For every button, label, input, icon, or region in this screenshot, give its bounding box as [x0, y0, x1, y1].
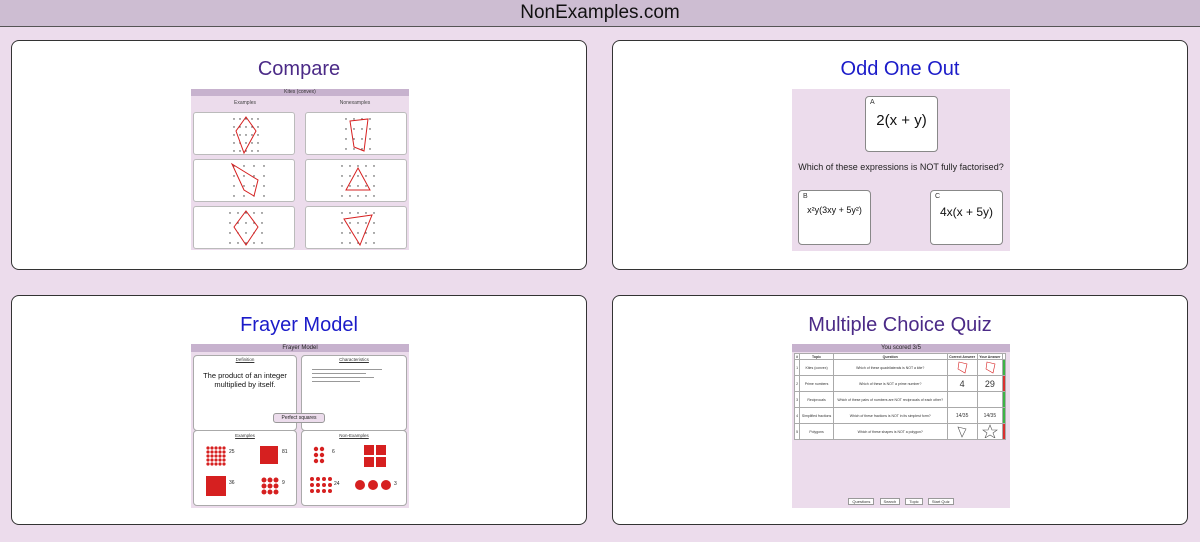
row-question: Which of these fractions is NOT in its s…	[832, 407, 948, 424]
frayer-nonexamples-label: Non-Examples	[339, 433, 369, 438]
correct-indicator	[1002, 407, 1006, 424]
quiz-score-banner: You scored 3/5	[792, 344, 1010, 352]
row-your-answer	[976, 391, 1004, 408]
compare-preview-header: Kites (convex)	[191, 89, 409, 96]
row-your-answer	[976, 359, 1004, 376]
odd-one-out-question: Which of these expressions is NOT fully …	[798, 162, 1004, 172]
option-a-letter: A	[870, 99, 875, 106]
option-c-letter: C	[935, 193, 941, 200]
frayer-preview-image: Frayer Model Definition The product of a…	[191, 344, 409, 508]
questions-select: Questions	[848, 498, 875, 505]
site-header: NonExamples.com	[0, 0, 1200, 27]
example-number-2: 81	[282, 449, 288, 455]
frayer-characteristics-label: Characteristics	[339, 357, 369, 362]
row-topic: Simplified fractions	[799, 407, 834, 424]
nonexample-shape-2	[305, 159, 407, 202]
frayer-model-card[interactable]: Frayer Model Frayer Model Definition The…	[11, 295, 587, 525]
row-correct-answer	[946, 423, 978, 440]
compare-nonexamples-label: Nonexamples	[339, 100, 371, 106]
nonexample-shape-1	[305, 112, 407, 155]
compare-card[interactable]: Compare Kites (convex) Examples Nonexamp…	[11, 40, 587, 270]
frayer-center-term: Perfect squares	[273, 413, 325, 423]
row-question: Which of these pairs of numbers are NOT …	[832, 391, 948, 408]
row-topic: Kites (convex)	[799, 359, 834, 376]
option-c-card: C 4x(x + 5y)	[930, 190, 1003, 245]
row-your-answer	[976, 423, 1004, 440]
odd-one-out-title[interactable]: Odd One Out	[613, 58, 1187, 81]
quiz-results-table: # Topic Question Correct Answer Your Ans…	[793, 353, 1006, 440]
table-row: 5 Polygons Which of these shapes is NOT …	[793, 423, 1006, 440]
correct-indicator	[1002, 359, 1006, 376]
frayer-definition-text: The product of an integer multiplied by …	[203, 371, 287, 389]
quiz-preview-image: You scored 3/5 # Topic Question Correct …	[792, 344, 1010, 508]
frayer-nonexamples-panel: Non-Examples 6 24 3	[301, 430, 407, 506]
nonexample-number-1: 6	[332, 449, 335, 455]
start-quiz-button: Start Quiz	[927, 498, 954, 505]
frayer-examples-panel: Examples 25 81 36 9	[193, 430, 297, 506]
nonexample-dot-arrays	[310, 445, 391, 493]
incorrect-indicator	[1002, 375, 1006, 392]
row-correct-answer	[946, 391, 978, 408]
frayer-preview-header: Frayer Model	[191, 344, 409, 352]
nonexample-number-3: 3	[394, 481, 397, 487]
quiz-controls: Questions Search Topic Start Quiz	[792, 498, 1010, 505]
example-kite-1	[193, 112, 295, 155]
nonexample-shape-3	[305, 206, 407, 249]
option-b-letter: B	[803, 193, 808, 200]
example-number-1: 25	[229, 449, 235, 455]
row-your-answer: 29	[976, 375, 1004, 392]
row-topic: Polygons	[799, 423, 834, 440]
correct-indicator	[1002, 391, 1006, 408]
option-a-expression: 2(x + y)	[876, 112, 927, 129]
row-correct-answer: 14/35	[946, 407, 978, 424]
example-number-4: 9	[282, 480, 285, 486]
option-a-card: A 2(x + y)	[865, 96, 938, 152]
example-number-3: 36	[229, 480, 235, 486]
multiple-choice-quiz-card[interactable]: Multiple Choice Quiz You scored 3/5 # To…	[612, 295, 1188, 525]
row-correct-answer: 4	[946, 375, 978, 392]
table-row: 3 Reciprocals Which of these pairs of nu…	[793, 391, 1006, 408]
compare-preview-image: Kites (convex) Examples Nonexamples	[191, 89, 409, 250]
option-c-expression: 4x(x + 5y)	[939, 205, 993, 219]
option-b-expression: x²y(3xy + 5y²)	[807, 205, 862, 215]
row-question: Which of these shapes is NOT a polygon?	[832, 423, 948, 440]
option-b-card: B x²y(3xy + 5y²)	[798, 190, 871, 245]
row-question: Which of these is NOT a prime number?	[832, 375, 948, 392]
frayer-examples-label: Examples	[235, 433, 255, 438]
table-row: 2 Prime numbers Which of these is NOT a …	[793, 375, 1006, 392]
site-title[interactable]: NonExamples.com	[520, 2, 679, 23]
frayer-definition-label: Definition	[235, 357, 255, 362]
nonexample-number-2: 24	[334, 481, 340, 487]
compare-title[interactable]: Compare	[12, 58, 586, 81]
incorrect-indicator	[1002, 423, 1006, 440]
example-kite-2	[193, 159, 295, 202]
table-row: 1 Kites (convex) Which of these quadrila…	[793, 359, 1006, 376]
multiple-choice-quiz-title[interactable]: Multiple Choice Quiz	[613, 314, 1187, 337]
odd-one-out-preview-image: A 2(x + y) Which of these expressions is…	[792, 89, 1010, 251]
row-topic: Prime numbers	[799, 375, 834, 392]
example-kite-3	[193, 206, 295, 249]
row-question: Which of these quadrilaterals is NOT a k…	[832, 359, 948, 376]
odd-one-out-card[interactable]: Odd One Out A 2(x + y) Which of these ex…	[612, 40, 1188, 270]
row-topic: Reciprocals	[799, 391, 834, 408]
search-field: Search	[879, 498, 901, 505]
topic-select: Topic	[905, 498, 923, 505]
compare-examples-label: Examples	[234, 100, 256, 106]
frayer-characteristics-bullets	[312, 369, 400, 385]
row-correct-answer	[946, 359, 978, 376]
frayer-model-title[interactable]: Frayer Model	[12, 314, 586, 337]
table-row: 4 Simplified fractions Which of these fr…	[793, 407, 1006, 424]
row-your-answer: 14/35	[976, 407, 1004, 424]
